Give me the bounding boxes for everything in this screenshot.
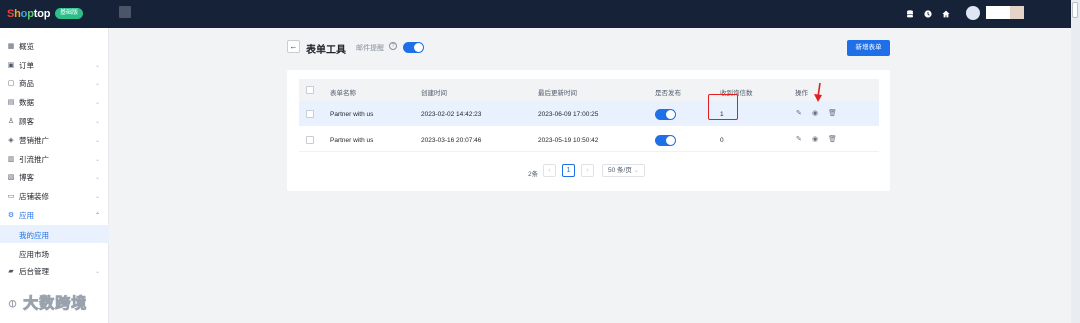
column-header-published: 是否发布 xyxy=(655,90,681,97)
sidebar-item-traffic[interactable]: ▥ 引流推广 ⌄ xyxy=(0,150,109,169)
table-header xyxy=(299,79,879,101)
chevron-down-icon: ⌄ xyxy=(95,175,101,181)
updated-time: 2023-06-09 17:00:25 xyxy=(538,111,599,118)
chevron-down-icon: ⌄ xyxy=(95,157,101,163)
annotation-arrow-icon xyxy=(814,82,822,102)
select-all-checkbox[interactable] xyxy=(306,86,314,94)
apps-icon: ⚙ xyxy=(7,211,15,219)
chevron-down-icon: ⌄ xyxy=(95,194,101,200)
sidebar-subitem-app-market[interactable]: 应用市场 xyxy=(0,244,109,262)
delete-icon[interactable]: 🗑 xyxy=(828,135,837,143)
user-avatar[interactable] xyxy=(966,6,980,20)
watermark-logo-icon: ◐ xyxy=(7,295,19,313)
order-icon: ▣ xyxy=(7,61,15,69)
edit-icon[interactable]: ✎ xyxy=(796,135,802,143)
chevron-down-icon: ⌄ xyxy=(95,100,101,106)
top-navbar: Shoptop 基础版 xyxy=(0,0,1071,28)
data-icon: ▤ xyxy=(7,98,15,106)
sidebar-item-orders[interactable]: ▣ 订单 ⌄ xyxy=(0,56,109,75)
email-notification-toggle[interactable] xyxy=(403,42,424,53)
row-checkbox[interactable] xyxy=(306,110,314,118)
chevron-up-icon: ⌃ xyxy=(95,213,101,219)
sidebar-item-store-design[interactable]: ▭ 店铺装修 ⌄ xyxy=(0,187,109,206)
toggle-knob xyxy=(666,136,675,145)
clock-icon[interactable] xyxy=(924,10,932,18)
traffic-icon: ▥ xyxy=(7,155,15,163)
page-size-select[interactable]: 50 条/页 ⌄ xyxy=(602,164,645,177)
delete-icon[interactable]: 🗑 xyxy=(828,109,837,117)
view-icon[interactable]: ◉ xyxy=(812,135,818,143)
sidebar-subitem-my-apps[interactable]: 我的应用 xyxy=(0,225,109,243)
toggle-knob xyxy=(666,110,675,119)
blog-icon: ▧ xyxy=(7,173,15,181)
store-thumbnail[interactable] xyxy=(119,6,131,18)
user-icon: ♙ xyxy=(7,117,15,125)
plan-badge: 基础版 xyxy=(55,8,84,19)
pagination-total: 2条 xyxy=(528,171,539,178)
column-header-name: 表单名称 xyxy=(330,90,356,97)
chevron-down-icon: ⌄ xyxy=(95,119,101,125)
scrollbar-handle[interactable] xyxy=(1072,2,1078,18)
shoptop-logo[interactable]: Shoptop xyxy=(7,8,50,20)
database-icon[interactable] xyxy=(906,10,914,18)
chevron-down-icon: ⌄ xyxy=(95,63,101,69)
product-icon: ▢ xyxy=(7,79,15,87)
home-icon[interactable] xyxy=(942,10,950,18)
chevron-down-icon: ⌄ xyxy=(633,167,640,174)
view-icon[interactable]: ◉ xyxy=(812,109,818,117)
sidebar-item-apps[interactable]: ⚙ 应用 ⌃ xyxy=(0,206,109,225)
window-edge xyxy=(1071,0,1080,323)
email-notification-label: 邮件提醒 xyxy=(356,45,384,52)
chevron-down-icon: ⌄ xyxy=(95,269,101,275)
toggle-knob xyxy=(414,43,423,52)
edit-icon[interactable]: ✎ xyxy=(796,109,802,117)
column-header-created: 创建时间 xyxy=(421,90,447,97)
form-name: Partner with us xyxy=(330,137,374,144)
publish-toggle[interactable] xyxy=(655,109,676,120)
sidebar-item-customers[interactable]: ♙ 顾客 ⌄ xyxy=(0,112,109,131)
store-icon: ▭ xyxy=(7,192,15,200)
next-page-button[interactable]: › xyxy=(581,164,594,177)
folder-icon: ▰ xyxy=(8,267,14,275)
help-icon[interactable]: ? xyxy=(389,42,397,50)
created-time: 2023-02-02 14:42:23 xyxy=(421,111,482,118)
new-form-button[interactable]: 新增表单 xyxy=(847,40,890,56)
prev-page-button[interactable]: ‹ xyxy=(543,164,556,177)
sidebar-item-overview[interactable]: ▦ 概览 xyxy=(0,37,109,56)
back-button[interactable]: ← xyxy=(287,40,300,53)
watermark: ◐ 大数跨境 xyxy=(7,295,88,313)
sidebar-item-products[interactable]: ▢ 商品 ⌄ xyxy=(0,74,109,93)
chevron-down-icon: ⌄ xyxy=(95,81,101,87)
sidebar-item-admin[interactable]: ▰ 后台管理 ⌄ xyxy=(0,262,109,281)
page-1-button[interactable]: 1 xyxy=(562,164,575,177)
inquiry-count[interactable]: 0 xyxy=(720,137,724,144)
grid-icon: ▦ xyxy=(7,42,15,50)
tag-icon: ◈ xyxy=(8,136,14,144)
sidebar-item-blog[interactable]: ▧ 博客 ⌄ xyxy=(0,168,109,187)
column-header-actions: 操作 xyxy=(795,90,808,97)
updated-time: 2023-05-19 10:50:42 xyxy=(538,137,599,144)
created-time: 2023-03-16 20:07:46 xyxy=(421,137,482,144)
publish-toggle[interactable] xyxy=(655,135,676,146)
chevron-down-icon: ⌄ xyxy=(95,138,101,144)
row-checkbox[interactable] xyxy=(306,136,314,144)
sidebar-item-marketing[interactable]: ◈ 营销推广 ⌄ xyxy=(0,131,109,150)
sidebar-item-data[interactable]: ▤ 数据 ⌄ xyxy=(0,93,109,112)
form-name: Partner with us xyxy=(330,111,374,118)
page-title: 表单工具 xyxy=(306,45,346,56)
column-header-updated: 最后更新时间 xyxy=(538,90,577,97)
user-name-redacted-tail xyxy=(1010,6,1024,19)
annotation-highlight-box xyxy=(708,94,738,120)
